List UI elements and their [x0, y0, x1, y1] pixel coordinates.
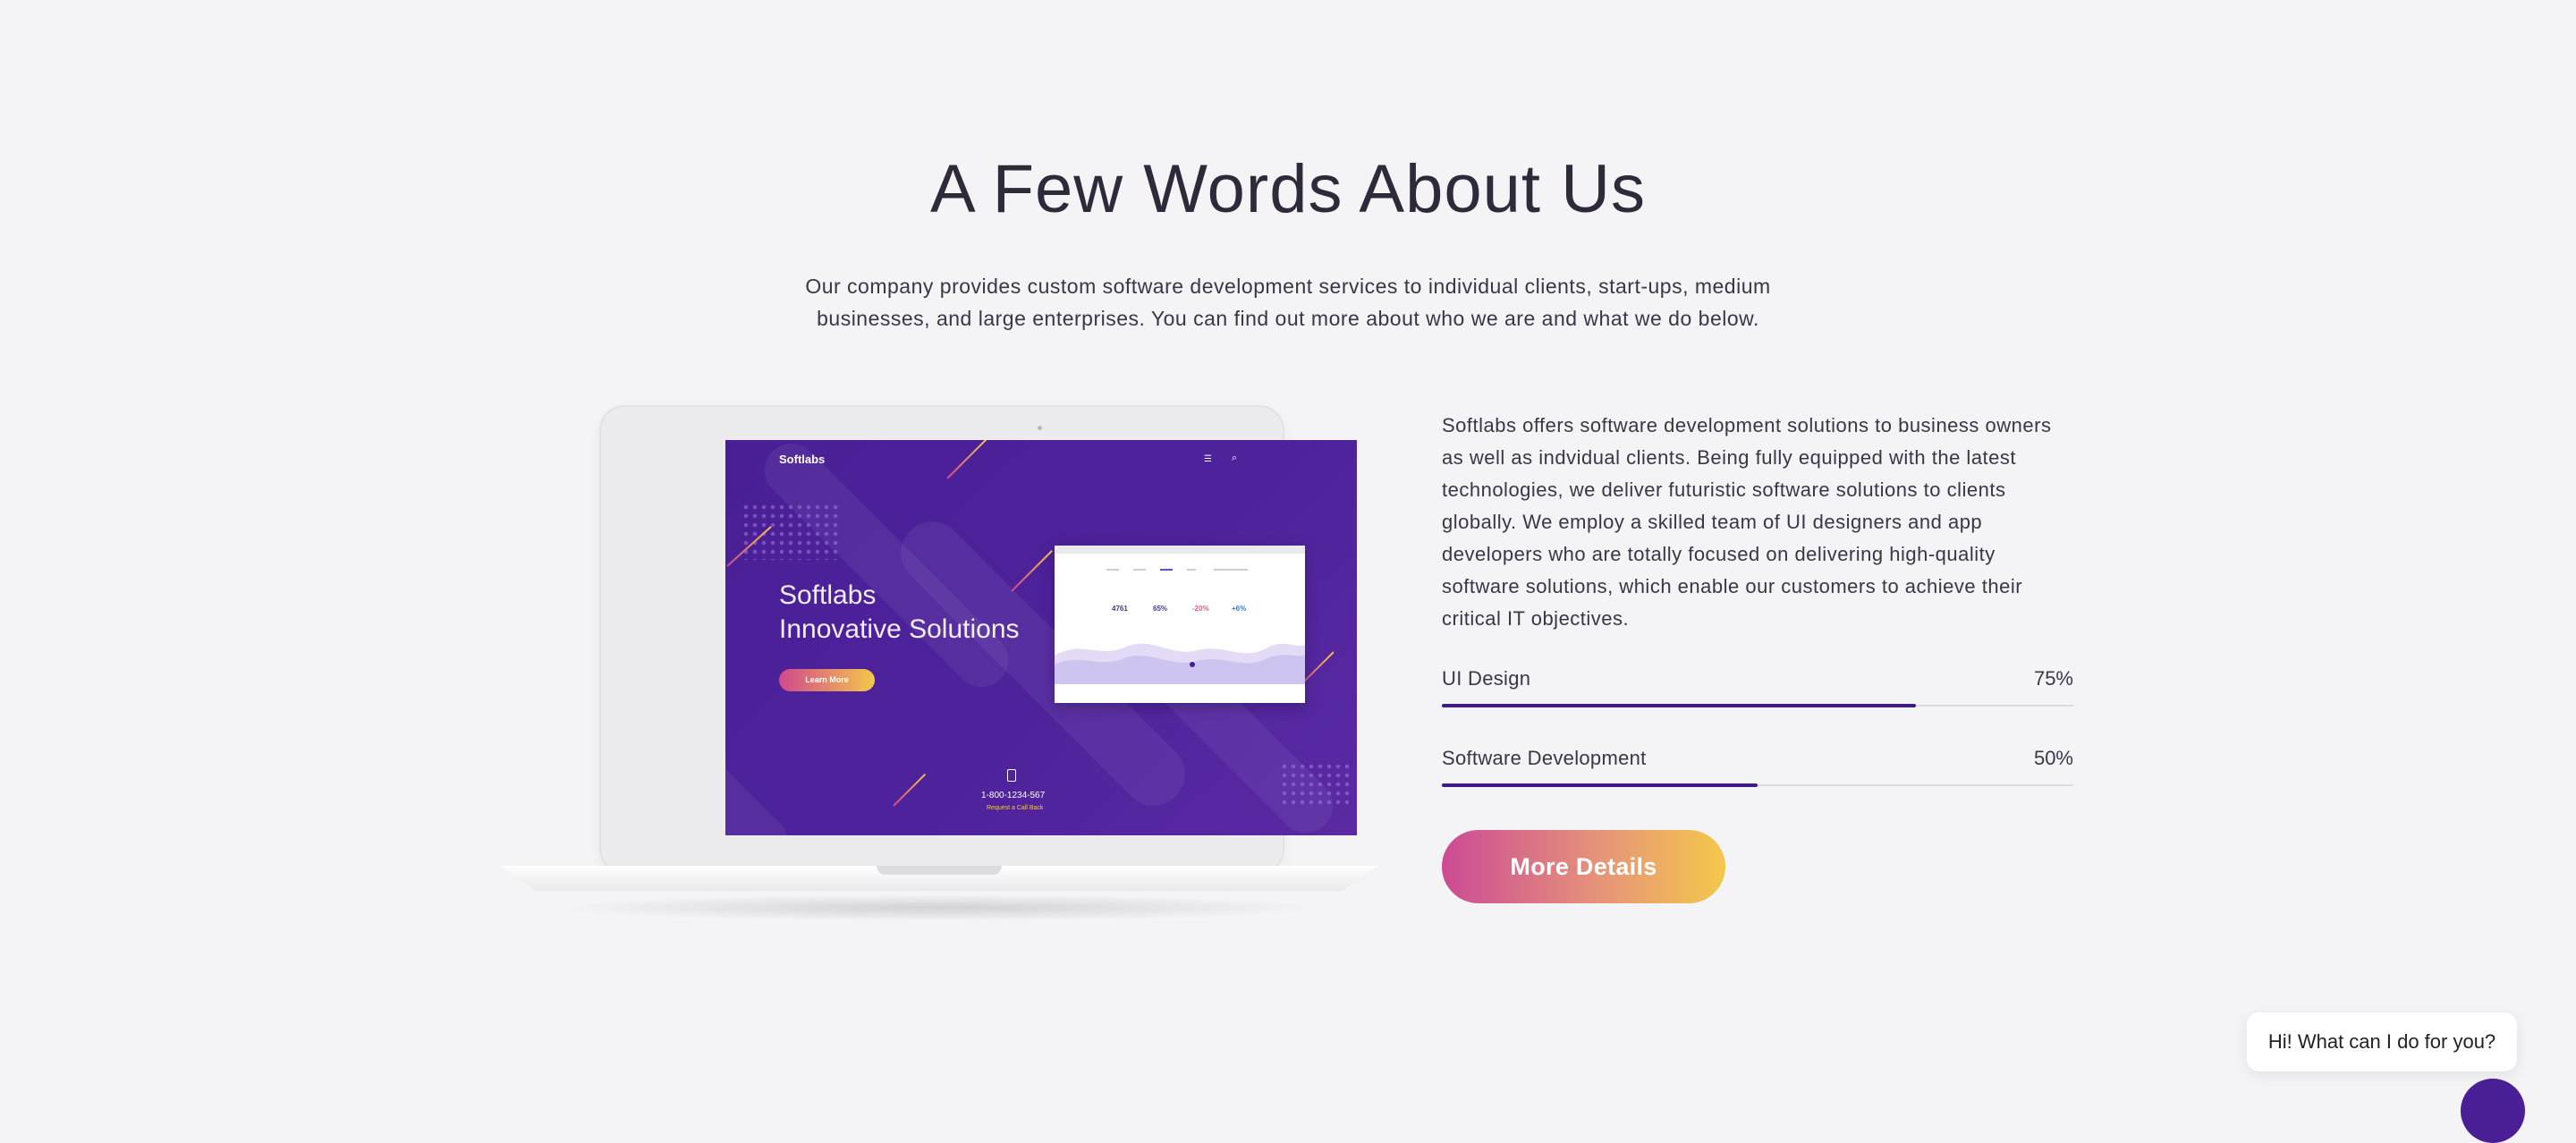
- more-details-button[interactable]: More Details: [1442, 830, 1725, 903]
- menu-icon: ☰: [1204, 454, 1212, 464]
- dashboard-stat: +6%: [1232, 605, 1247, 613]
- dashboard-stat: -20%: [1192, 605, 1209, 613]
- mockup-headline-line2: Innovative Solutions: [779, 614, 1020, 644]
- dashboard-nav-item: [1133, 569, 1146, 571]
- mockup-callback-link: Request a Call Back: [987, 805, 1044, 811]
- dashboard-nav-item: [1160, 569, 1173, 571]
- skill-percent: 50%: [2033, 747, 2073, 769]
- skill-progress-bar: [1442, 783, 1758, 787]
- section-lead: Our company provides custom software dev…: [805, 275, 1771, 330]
- mockup-dashboard: 4761 65% -20% +6%: [1055, 546, 1305, 703]
- laptop-shadow: [555, 894, 1324, 921]
- mockup-learn-more-button: Learn More: [779, 669, 875, 691]
- laptop-mockup: Softlabs ☰ ⌕ Softlabs Innovative Solutio…: [501, 407, 1377, 926]
- decor-stripe: [725, 715, 799, 835]
- laptop-screen: Softlabs ☰ ⌕ Softlabs Innovative Solutio…: [725, 440, 1357, 835]
- skill-label: Software Development: [1442, 747, 1647, 769]
- dashboard-nav-item: [1187, 569, 1196, 571]
- chat-greeting[interactable]: Hi! What can I do for you?: [2247, 1012, 2517, 1071]
- dashboard-wave-chart: [1055, 643, 1305, 684]
- laptop-notch: [877, 866, 1002, 875]
- chat-launcher-button[interactable]: [2461, 1079, 2525, 1143]
- decor-line: [946, 440, 987, 479]
- skill-percent: 75%: [2033, 667, 2073, 690]
- dashboard-stat: 65%: [1153, 605, 1168, 613]
- dashboard-nav-item: [1214, 569, 1248, 571]
- laptop-lid: Softlabs ☰ ⌕ Softlabs Innovative Solutio…: [601, 407, 1357, 872]
- laptop-camera: [1038, 426, 1042, 430]
- skill-progress-bar: [1442, 704, 1916, 707]
- about-description: Softlabs offers software development sol…: [1442, 414, 2052, 630]
- dashboard-stat: 4761: [1112, 605, 1128, 613]
- decor-dots: [741, 503, 840, 560]
- phone-icon: [1007, 769, 1016, 782]
- decor-line: [1302, 651, 1335, 683]
- decor-line: [893, 773, 927, 807]
- mockup-phone: 1-800-1234-567: [981, 791, 1046, 800]
- mockup-headline-line1: Softlabs: [779, 580, 877, 610]
- dashboard-titlebar: [1055, 546, 1305, 554]
- skill-software-development: Software Development 50%: [1442, 747, 2073, 800]
- section-title: A Few Words About Us: [929, 151, 1647, 227]
- mockup-logo: Softlabs: [779, 453, 826, 466]
- mockup-headline: Softlabs Innovative Solutions: [779, 579, 1020, 647]
- dashboard-nav-item: [1106, 569, 1119, 571]
- skill-label: UI Design: [1442, 667, 1531, 690]
- decor-dots: [1280, 762, 1352, 807]
- skill-ui-design: UI Design 75%: [1442, 667, 2073, 721]
- search-icon: ⌕: [1232, 453, 1238, 463]
